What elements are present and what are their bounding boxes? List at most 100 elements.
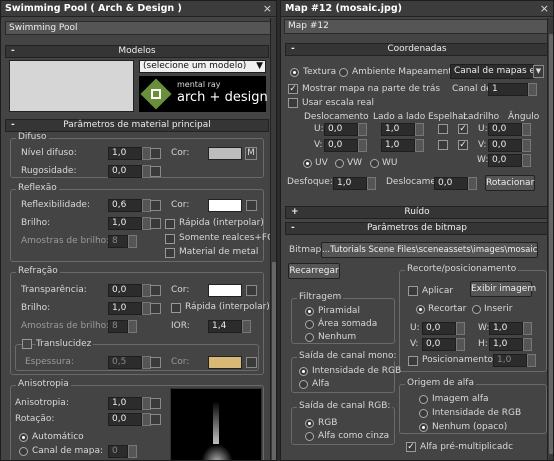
spinner-arrows-icon[interactable] <box>128 445 137 458</box>
u-mirror-checkbox[interactable] <box>438 124 448 134</box>
reflectivity-map-button[interactable] <box>150 200 161 211</box>
apply-checkbox[interactable] <box>408 286 418 296</box>
scrollbar[interactable] <box>547 18 553 460</box>
v-offset-spinner[interactable]: 0,0 <box>324 139 358 152</box>
alpha-as-gray-radio[interactable] <box>305 432 314 441</box>
close-icon[interactable]: × <box>540 2 549 15</box>
refl-gloss-spinner[interactable]: 1,0 <box>108 217 142 230</box>
place-radio[interactable] <box>472 305 481 314</box>
pyramidal-radio[interactable] <box>305 307 314 316</box>
spinner-arrows-icon[interactable] <box>522 123 531 136</box>
spinner-arrows-icon[interactable] <box>415 139 424 152</box>
spinner-arrows-icon[interactable] <box>523 338 532 351</box>
jitter-checkbox[interactable] <box>408 356 418 366</box>
templates-rollout-header[interactable]: - Modelos <box>5 45 269 58</box>
spinner-arrows-icon[interactable] <box>128 320 137 333</box>
scrollbar-thumb[interactable] <box>272 262 276 460</box>
crop-w-spinner[interactable]: 1,0 <box>489 322 523 335</box>
reflection-color-map-button[interactable] <box>246 200 257 211</box>
filter-none-radio[interactable] <box>305 333 314 342</box>
reload-button[interactable]: Recarregar <box>288 263 340 279</box>
rotate-button[interactable]: Rotacionar <box>485 175 535 191</box>
spinner-arrows-icon[interactable] <box>358 139 367 152</box>
v-tile-checkbox[interactable]: ✓ <box>458 140 468 150</box>
chevron-down-icon[interactable]: ▼ <box>533 65 544 78</box>
translucency-color-swatch[interactable] <box>208 356 242 369</box>
refl-samples-spinner[interactable]: 8 <box>108 235 128 248</box>
spinner-arrows-icon[interactable] <box>527 354 536 367</box>
refr-gloss-spinner[interactable]: 1,0 <box>108 302 142 315</box>
w-angle-spinner[interactable]: 0,0 <box>488 154 522 167</box>
environment-radio[interactable] <box>339 68 348 77</box>
texture-radio[interactable] <box>290 68 299 77</box>
u-offset-spinner[interactable]: 0,0 <box>324 123 358 136</box>
diffuse-level-map-button[interactable] <box>150 148 161 159</box>
map-channel-spinner[interactable]: 1 <box>488 83 528 96</box>
diffuse-map-button[interactable]: M <box>245 147 257 160</box>
crop-u-spinner[interactable]: 0,0 <box>422 322 456 335</box>
reflection-color-swatch[interactable] <box>208 199 242 212</box>
roughness-spinner[interactable]: 0,0 <box>108 165 142 178</box>
u-tiling-spinner[interactable]: 1,0 <box>381 123 415 136</box>
blur-offset-spinner[interactable]: 0,0 <box>434 177 468 190</box>
automatic-radio[interactable] <box>19 433 28 442</box>
spinner-arrows-icon[interactable] <box>523 322 532 335</box>
transparency-spinner[interactable]: 0,0 <box>108 284 142 297</box>
crop-h-spinner[interactable]: 1,0 <box>489 338 523 351</box>
spinner-arrows-icon[interactable] <box>522 139 531 152</box>
title-bar[interactable]: Swimming Pool ( Arch & Design ) × <box>1 1 276 17</box>
aniso-map-channel-spinner[interactable]: 0 <box>108 445 128 458</box>
crop-v-spinner[interactable]: 0,0 <box>422 338 456 351</box>
vw-radio[interactable] <box>335 159 344 168</box>
mapping-select[interactable]: Canal de mapas e <box>450 64 534 79</box>
scrollbar-thumb[interactable] <box>549 34 553 454</box>
spinner-arrows-icon[interactable] <box>128 235 137 248</box>
spinner-arrows-icon[interactable] <box>456 322 465 335</box>
rotation-spinner[interactable]: 0,0 <box>108 413 142 426</box>
title-bar[interactable]: Map #12 (mosaic.jpg) × <box>281 1 553 17</box>
v-mirror-checkbox[interactable] <box>438 140 448 150</box>
spinner-arrows-icon[interactable] <box>468 177 477 190</box>
refl-fast-checkbox[interactable] <box>165 219 175 229</box>
diffuse-level-spinner[interactable]: 1,0 <box>108 147 142 160</box>
v-angle-spinner[interactable]: 0,0 <box>488 139 522 152</box>
map-channel-radio[interactable] <box>19 447 28 456</box>
coordinates-rollout-header[interactable]: - Coordenadas <box>285 43 549 56</box>
real-scale-checkbox[interactable] <box>288 98 298 108</box>
ior-spinner[interactable]: 1,4 <box>208 320 242 333</box>
thickness-map-button[interactable] <box>150 357 161 368</box>
anisotropy-map-button[interactable] <box>150 398 161 409</box>
u-angle-spinner[interactable]: 0,0 <box>488 123 522 136</box>
spinner-arrows-icon[interactable] <box>528 83 537 96</box>
material-name-field[interactable]: Swimming Pool <box>5 21 271 35</box>
anisotropy-spinner[interactable]: 1,0 <box>108 397 142 410</box>
spinner-arrows-icon[interactable] <box>522 154 531 167</box>
view-image-button[interactable]: Exibir imagem <box>470 281 536 297</box>
spinner-arrows-icon[interactable] <box>242 320 251 333</box>
refraction-color-swatch[interactable] <box>208 284 242 297</box>
refr-samples-spinner[interactable]: 8 <box>108 320 128 333</box>
rgb-radio[interactable] <box>305 419 314 428</box>
jitter-spinner[interactable]: 1,0 <box>493 354 527 367</box>
uv-radio[interactable] <box>303 159 312 168</box>
wu-radio[interactable] <box>370 159 379 168</box>
translucency-color-map-button[interactable] <box>246 357 257 368</box>
v-tiling-spinner[interactable]: 1,0 <box>381 139 415 152</box>
roughness-map-button[interactable] <box>150 166 161 177</box>
bitmap-path-button[interactable]: ...Tutorials Scene Files\sceneassets\ima… <box>321 242 538 258</box>
refr-fast-checkbox[interactable] <box>171 303 181 313</box>
scrollbar[interactable] <box>270 18 276 460</box>
diffuse-color-swatch[interactable] <box>208 147 242 160</box>
refr-gloss-map-button[interactable] <box>150 303 161 314</box>
refl-gloss-map-button[interactable] <box>150 218 161 229</box>
spinner-arrows-icon[interactable] <box>415 123 424 136</box>
template-select[interactable]: (selecione um modelo) ▼ <box>139 60 266 73</box>
spinner-arrows-icon[interactable] <box>367 177 376 190</box>
translucency-checkbox[interactable] <box>22 339 32 349</box>
alpha-rgb-intensity-radio[interactable] <box>419 409 428 418</box>
rotation-map-button[interactable] <box>150 414 161 425</box>
transparency-map-button[interactable] <box>150 285 161 296</box>
premultiplied-alpha-checkbox[interactable]: ✓ <box>406 442 416 452</box>
refraction-color-map-button[interactable] <box>246 285 257 296</box>
spinner-arrows-icon[interactable] <box>358 123 367 136</box>
